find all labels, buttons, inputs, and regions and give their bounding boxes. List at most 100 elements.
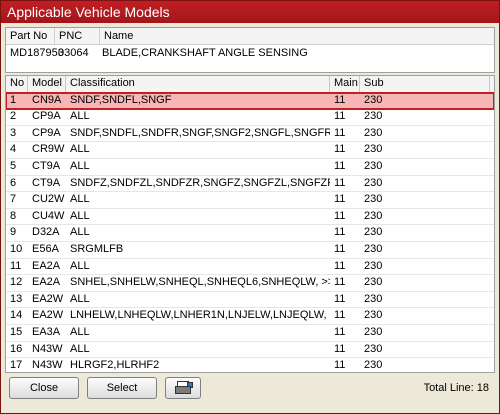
cell-classification: SNDF,SNDFL,SNDFR,SNGF,SNGF2,SNGFL,SNGFR	[70, 126, 330, 139]
cell-model: N43W	[32, 342, 63, 355]
table-row[interactable]: 16 N43W ALL 11 230	[6, 342, 494, 359]
applicable-vehicle-models-window: Applicable Vehicle Models Part No PNC Na…	[0, 0, 500, 414]
cell-main: 11	[334, 143, 346, 156]
cell-no: 6	[10, 176, 17, 189]
cell-no: 14	[10, 309, 23, 322]
col-main-header[interactable]: Main	[330, 76, 360, 92]
table-row[interactable]: 9 D32A ALL 11 230	[6, 225, 494, 242]
cell-no: 2	[10, 110, 17, 123]
table-row[interactable]: 14 EA2W LNHELW,LNHEQLW,LNHER1N,LNJELW,LNJE…	[6, 308, 494, 325]
cell-model: E56A	[32, 242, 59, 255]
pnc-header: PNC	[55, 28, 100, 44]
cell-main: 11	[334, 126, 346, 139]
window-title: Applicable Vehicle Models	[1, 1, 499, 23]
cell-main: 11	[334, 276, 346, 289]
table-body: 1 CN9A SNDF,SNDFL,SNGF 11 230 2 CP9A ALL 11 230 3 C…	[6, 91, 494, 372]
cell-model: CT9A	[32, 159, 61, 172]
cell-main: 11	[334, 110, 346, 123]
part-no-value: MD187953	[10, 47, 64, 59]
cell-model: EA2A	[32, 276, 61, 289]
cell-sub: 230	[364, 110, 383, 123]
cell-model: CN9A	[32, 93, 62, 106]
table-header: No Model Classification Main Sub	[6, 76, 494, 93]
col-model-header[interactable]: Model	[28, 76, 66, 92]
cell-model: EA2W	[32, 309, 64, 322]
cell-main: 11	[334, 159, 346, 172]
cell-no: 11	[10, 259, 22, 272]
cell-main: 11	[334, 325, 346, 338]
cell-model: EA2A	[32, 259, 61, 272]
cell-classification: ALL	[70, 110, 90, 123]
cell-sub: 230	[364, 359, 383, 372]
cell-sub: 230	[364, 193, 383, 206]
col-no-header[interactable]: No	[6, 76, 28, 92]
cell-model: CU4W	[32, 209, 65, 222]
col-sub-header[interactable]: Sub	[360, 76, 490, 92]
cell-sub: 230	[364, 259, 383, 272]
col-classification-header[interactable]: Classification	[66, 76, 330, 92]
cell-main: 11	[334, 226, 346, 239]
cell-no: 1	[10, 93, 17, 106]
printer-icon	[175, 380, 193, 394]
cell-classification: SNDFZ,SNDFZL,SNDFZR,SNGFZ,SNGFZL,SNGFZR	[70, 176, 330, 189]
table-row[interactable]: 13 EA2W ALL 11 230	[6, 292, 494, 309]
print-button[interactable]	[165, 377, 201, 399]
table-row[interactable]: 10 E56A SRGMLFB 11 230	[6, 242, 494, 259]
table-row[interactable]: 3 CP9A SNDF,SNDFL,SNDFR,SNGF,SNGF2,SNGFL,S…	[6, 126, 494, 143]
cell-classification: ALL	[70, 159, 90, 172]
select-button[interactable]: Select	[87, 377, 157, 399]
table-row[interactable]: 1 CN9A SNDF,SNDFL,SNGF 11 230	[6, 91, 494, 111]
cell-no: 7	[10, 193, 17, 206]
cell-no: 8	[10, 209, 17, 222]
table-row[interactable]: 5 CT9A ALL 11 230	[6, 159, 494, 176]
cell-sub: 230	[364, 209, 383, 222]
cell-main: 11	[334, 176, 346, 189]
cell-no: 16	[10, 342, 23, 355]
close-button[interactable]: Close	[9, 377, 79, 399]
part-no-header: Part No	[6, 28, 55, 44]
cell-sub: 230	[364, 342, 383, 355]
table-row[interactable]: 2 CP9A ALL 11 230	[6, 109, 494, 126]
cell-classification: SNDF,SNDFL,SNGF	[70, 93, 172, 106]
table-row[interactable]: 15 EA3A ALL 11 230	[6, 325, 494, 342]
table-row[interactable]: 4 CR9W ALL 11 230	[6, 142, 494, 159]
cell-model: CT9A	[32, 176, 61, 189]
cell-model: CP9A	[32, 110, 61, 123]
cell-main: 11	[334, 209, 346, 222]
cell-no: 15	[10, 325, 23, 338]
cell-classification: ALL	[70, 143, 90, 156]
cell-classification: SRGMLFB	[70, 242, 124, 255]
part-info-header: Part No PNC Name	[6, 28, 494, 45]
cell-classification: ALL	[70, 193, 90, 206]
part-name-value: BLADE,CRANKSHAFT ANGLE SENSING	[102, 47, 308, 59]
cell-main: 11	[334, 193, 346, 206]
cell-classification: ALL	[70, 259, 90, 272]
cell-model: N43W	[32, 359, 63, 372]
table-row[interactable]: 11 EA2A ALL 11 230	[6, 259, 494, 276]
footer-bar: Close Select Total Line: 18	[1, 373, 499, 413]
cell-sub: 230	[364, 93, 383, 106]
cell-sub: 230	[364, 325, 383, 338]
table-row[interactable]: 12 EA2A SNHEL,SNHELW,SNHEQL,SNHEQL6,SNHEQL…	[6, 275, 494, 292]
cell-no: 10	[10, 242, 23, 255]
table-row[interactable]: 6 CT9A SNDFZ,SNDFZL,SNDFZR,SNGFZ,SNGFZL,SN…	[6, 176, 494, 193]
vehicle-models-table[interactable]: No Model Classification Main Sub 1 CN9A SN…	[5, 75, 495, 373]
cell-classification: SNHEL,SNHELW,SNHEQL,SNHEQL6,SNHEQLW, >>>…	[70, 276, 330, 289]
cell-main: 11	[334, 359, 346, 372]
cell-no: 3	[10, 126, 17, 139]
cell-model: CU2W	[32, 193, 65, 206]
table-row[interactable]: 17 N43W HLRGF2,HLRHF2 11 230	[6, 358, 494, 372]
table-row[interactable]: 7 CU2W ALL 11 230	[6, 192, 494, 209]
cell-classification: ALL	[70, 325, 90, 338]
part-info-row: MD187953 03064 BLADE,CRANKSHAFT ANGLE SE…	[6, 45, 494, 63]
cell-sub: 230	[364, 276, 383, 289]
cell-classification: HLRGF2,HLRHF2	[70, 359, 160, 372]
cell-no: 4	[10, 143, 17, 156]
cell-main: 11	[334, 259, 346, 272]
cell-main: 11	[334, 242, 346, 255]
cell-sub: 230	[364, 309, 383, 322]
cell-main: 11	[334, 309, 346, 322]
cell-sub: 230	[364, 226, 383, 239]
cell-classification: ALL	[70, 342, 90, 355]
table-row[interactable]: 8 CU4W ALL 11 230	[6, 209, 494, 226]
